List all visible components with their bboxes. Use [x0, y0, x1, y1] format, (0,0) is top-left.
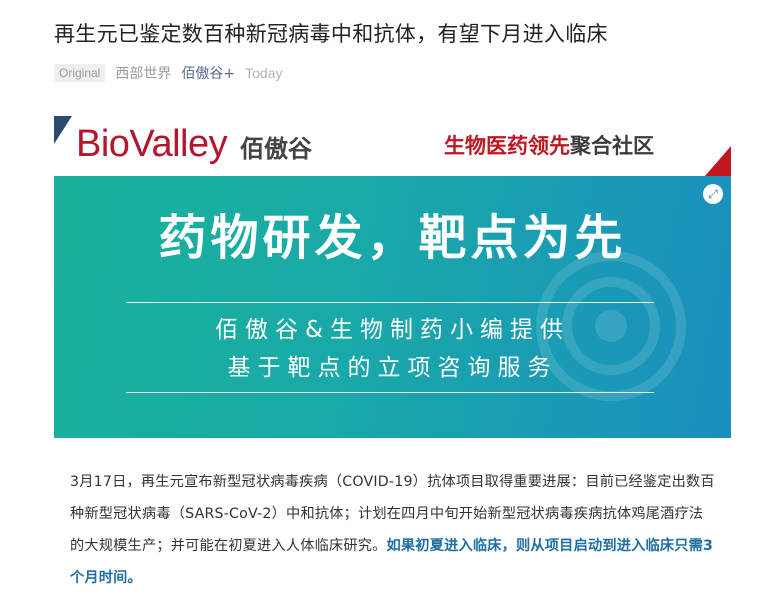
article-paragraph: 3月17日，再生元宣布新型冠状病毒疾病（COVID-19）抗体项目取得重要进展：… [70, 466, 716, 594]
slogan-red: 生物医药领先 [444, 134, 570, 158]
corner-triangle-left [54, 116, 72, 144]
original-badge: Original [54, 64, 106, 82]
slogan-gray: 聚合社区 [570, 134, 654, 158]
banner-image: ⤢ 药物研发，靶点为先 佰傲谷&生物制药小编提供 基于靶点的立项咨询服务 [54, 176, 731, 438]
banner-slogan: 生物医药领先聚合社区 [444, 130, 654, 160]
banner-divider-bottom [126, 392, 654, 393]
article-meta: Original 西部世界 佰傲谷+ Today [54, 62, 282, 84]
banner-divider-top [126, 302, 654, 303]
banner-subtitle-2: 基于靶点的立项咨询服务 [227, 355, 558, 381]
expand-icon[interactable]: ⤢ [703, 184, 723, 204]
banner-headline: 药物研发，靶点为先 [158, 210, 627, 266]
source-name: 西部世界 [115, 66, 172, 82]
article-title: 再生元已鉴定数百种新冠病毒中和抗体，有望下月进入临床 [54, 22, 608, 46]
logo-chinese-name: 佰傲谷 [240, 135, 312, 163]
banner-subtitle-1: 佰傲谷&生物制药小编提供 [215, 317, 570, 343]
banner-header: BioValley 佰傲谷 生物医药领先聚合社区 [54, 116, 731, 176]
author-link[interactable]: 佰傲谷+ [181, 63, 235, 83]
corner-triangle-right [705, 146, 731, 176]
publish-date: Today [245, 65, 283, 81]
biovalley-logo: BioValley [76, 123, 228, 165]
